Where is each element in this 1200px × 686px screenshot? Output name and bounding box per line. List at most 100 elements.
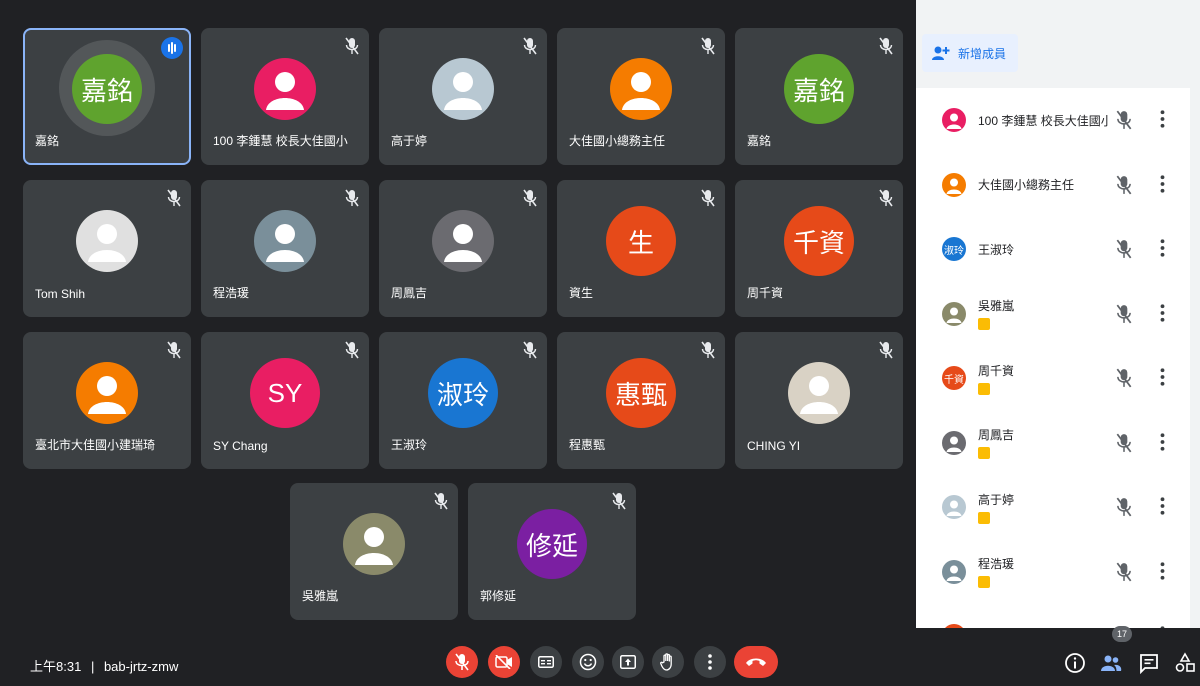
participant-tile[interactable]: SY SY Chang (201, 332, 369, 469)
mic-off-icon[interactable] (1116, 239, 1132, 259)
mic-off-icon[interactable] (1116, 110, 1132, 130)
participant-list-item[interactable]: 周鳳吉 (916, 411, 1190, 476)
mic-off-icon[interactable] (1116, 562, 1132, 582)
more-options-button[interactable] (694, 646, 726, 678)
participant-tile[interactable]: 淑玲 王淑玲 (379, 332, 547, 469)
camera-off-icon (495, 655, 512, 669)
participant-list-name: 大佳國小總務主任 (978, 176, 1108, 193)
participant-avatar (942, 430, 966, 455)
mic-off-icon[interactable] (1116, 497, 1132, 517)
participant-name: 郭修延 (480, 589, 517, 603)
participant-avatar (942, 301, 966, 326)
participant-name: 嘉銘 (747, 134, 772, 148)
participant-list-name: 王淑玲 (978, 241, 1108, 258)
meet-window: 嘉銘 嘉銘 100 李鍾慧 校長大佳國小 高于婷 大佳國小總務主任 嘉銘 嘉銘 Tom Shi… (0, 0, 1200, 686)
participant-tile[interactable]: CHING YI (735, 332, 903, 469)
participant-name: SY Chang (213, 439, 268, 453)
participant-list-name: 周鳳吉 (978, 426, 1108, 460)
raise-hand-icon (660, 653, 672, 671)
participant-tile[interactable]: 嘉銘 嘉銘 (735, 28, 903, 165)
mic-off-icon (455, 653, 469, 671)
participant-avatar: 生 (606, 206, 676, 276)
more-options-icon[interactable] (1160, 174, 1166, 195)
participant-list-item[interactable]: 千資 周千資 (916, 346, 1190, 411)
participant-name: 資生 (569, 286, 594, 300)
mic-off-icon (523, 189, 537, 207)
more-options-icon[interactable] (1160, 110, 1166, 130)
mic-off-icon (167, 189, 181, 207)
participant-list-item[interactable]: 程浩瑗 (916, 540, 1190, 605)
participant-name: 周鳳吉 (391, 286, 428, 300)
participant-tile[interactable]: 程浩瑗 (201, 180, 369, 317)
bottom-toolbar: 上午8:31 | bab-jrtz-zmw (0, 628, 1200, 686)
participant-avatar: 淑玲 (942, 237, 966, 262)
participant-avatar (432, 58, 494, 120)
participant-tile[interactable]: 大佳國小總務主任 (557, 28, 725, 165)
participant-list-item[interactable]: 淑玲 王淑玲 (916, 217, 1190, 282)
participant-list-item[interactable]: 100 李鍾慧 校長大佳國小 (916, 88, 1190, 153)
participant-tile[interactable]: 高于婷 (379, 28, 547, 165)
activities-icon[interactable] (1174, 652, 1196, 674)
people-icon[interactable] (1100, 652, 1122, 674)
participant-list-item[interactable]: 吳雅嵐 (916, 282, 1190, 347)
participant-tile[interactable]: 惠甄 程惠甄 (557, 332, 725, 469)
more-options-icon[interactable] (1160, 368, 1166, 388)
participant-tile[interactable]: 千資 周千資 (735, 180, 903, 317)
more-options-icon[interactable] (1160, 561, 1166, 582)
participant-tile[interactable]: Tom Shih (23, 180, 191, 317)
more-options-icon[interactable] (1160, 497, 1166, 517)
participant-avatar: SY (250, 358, 320, 428)
mic-off-icon (345, 341, 359, 359)
emoji-reaction-button[interactable] (572, 646, 604, 678)
more-options-icon[interactable] (1160, 303, 1166, 324)
default-avatar-icon (946, 307, 962, 323)
participant-name: 100 李鍾慧 校長大佳國小 (213, 134, 348, 148)
more-options-icon[interactable] (1160, 432, 1166, 453)
participant-list-label: 高于婷 (978, 492, 1015, 507)
present-screen-button[interactable] (612, 646, 644, 678)
raise-hand-button[interactable] (652, 646, 684, 678)
participant-tile[interactable]: 吳雅嵐 (290, 483, 458, 620)
mic-off-icon (523, 341, 537, 359)
participant-list-label: 王淑玲 (978, 242, 1015, 257)
chat-icon[interactable] (1138, 652, 1160, 674)
participant-avatar: 嘉銘 (72, 54, 142, 124)
mic-off-icon (523, 37, 537, 55)
participant-list-item[interactable]: 高于婷 (916, 475, 1190, 540)
mic-off-icon[interactable] (1116, 433, 1132, 453)
participant-tile[interactable]: 周鳳吉 (379, 180, 547, 317)
participant-list-name: 100 李鍾慧 校長大佳國小 (978, 112, 1108, 129)
captions-button[interactable] (530, 646, 562, 678)
default-avatar-icon (800, 376, 838, 414)
participant-name: 嘉銘 (35, 134, 60, 148)
participant-tile[interactable]: 臺北市大佳國小建瑞琦 (23, 332, 191, 469)
participant-list-item[interactable]: 惠甄程惠甄 (916, 604, 1190, 628)
participant-list[interactable]: 100 李鍾慧 校長大佳國小 大佳國小總務主任 淑玲 王淑玲 吳雅嵐 千資 周千資 周鳳吉 高于… (916, 88, 1190, 628)
participant-tile[interactable]: 100 李鍾慧 校長大佳國小 (201, 28, 369, 165)
mic-off-icon[interactable] (1116, 368, 1132, 388)
default-avatar-icon (444, 72, 482, 110)
participant-list-label: 程浩瑗 (978, 557, 1015, 572)
participant-list-item[interactable]: 大佳國小總務主任 (916, 153, 1190, 218)
camera-toggle-button[interactable] (488, 646, 520, 678)
meeting-code[interactable]: bab-jrtz-zmw (104, 659, 178, 674)
participant-list-label: 100 李鍾慧 校長大佳國小 (978, 113, 1108, 128)
add-people-button[interactable]: 新增成員 (922, 34, 1018, 72)
video-grid: 嘉銘 嘉銘 100 李鍾慧 校長大佳國小 高于婷 大佳國小總務主任 嘉銘 嘉銘 Tom Shi… (0, 0, 914, 628)
participant-tile[interactable]: 生資生 (557, 180, 725, 317)
leave-call-button[interactable] (734, 646, 778, 678)
info-icon[interactable] (1064, 652, 1086, 674)
mic-off-icon[interactable] (1116, 304, 1132, 324)
participant-tile[interactable]: 嘉銘 嘉銘 (23, 28, 191, 165)
participant-avatar: 惠甄 (606, 358, 676, 428)
participant-tile[interactable]: 修延 郭修延 (468, 483, 636, 620)
mic-off-icon (345, 189, 359, 207)
mic-off-icon[interactable] (1116, 175, 1132, 195)
mic-toggle-button[interactable] (446, 646, 478, 678)
default-avatar-icon (946, 113, 962, 130)
more-options-icon[interactable] (1160, 239, 1166, 259)
default-avatar-icon (444, 224, 482, 262)
participant-avatar: 修延 (517, 509, 587, 579)
external-badge-icon (978, 447, 990, 460)
participant-list-label: 大佳國小總務主任 (978, 178, 1075, 193)
